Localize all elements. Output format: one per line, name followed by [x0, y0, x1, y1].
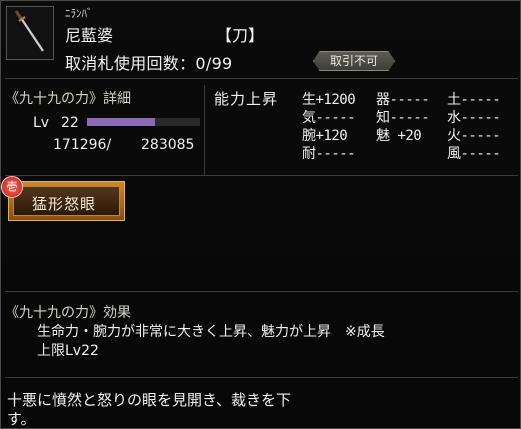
stat-item: 知-----	[376, 110, 430, 126]
divider	[5, 78, 518, 79]
skill-rank-badge: 壱	[1, 176, 23, 198]
divider	[5, 175, 518, 176]
effect-text: 生命力・腕力が非常に大きく上昇、魅力が上昇 ※成長	[37, 324, 385, 340]
ability-title: 能力上昇	[214, 90, 279, 108]
stat-item: 気-----	[302, 110, 356, 126]
stat-item: 水-----	[447, 110, 501, 126]
exp-max: 283085	[141, 137, 195, 153]
stat-item: 風-----	[447, 146, 501, 162]
item-ruby: ﾆﾗﾝﾊﾞ	[65, 7, 93, 20]
effect-text: 上限Lv22	[37, 343, 99, 359]
skill-button[interactable]: 猛形怒眼	[8, 181, 125, 221]
katana-icon	[14, 10, 44, 52]
stat-item: 魅 +20	[376, 128, 422, 144]
stat-item: 腕+120	[302, 128, 348, 144]
exp-current: 171296/	[53, 137, 112, 153]
item-thumbnail	[6, 6, 54, 60]
effect-title: 《九十九の力》効果	[5, 305, 131, 321]
stat-item: 生+1200	[302, 92, 356, 108]
untradable-badge: 取引不可	[313, 51, 395, 71]
item-kind: 【刀】	[216, 26, 265, 45]
exp-bar	[87, 118, 200, 126]
level-value: 22	[61, 115, 79, 131]
stat-item: 火-----	[447, 128, 501, 144]
cancel-tag-uses: 取消札使用回数：0/99	[65, 54, 233, 73]
skill-name: 猛形怒眼	[32, 195, 97, 213]
stat-item: 器-----	[376, 92, 430, 108]
item-detail-panel: ﾆﾗﾝﾊﾞ 尼藍婆 【刀】 取消札使用回数：0/99 取引不可 《九十九の力》詳…	[0, 0, 521, 429]
stat-item: 耐-----	[302, 146, 356, 162]
flavor-text: す。	[7, 410, 36, 428]
vertical-divider	[204, 85, 205, 175]
skill-button-inner: 猛形怒眼	[13, 186, 120, 216]
stat-item: 土-----	[447, 92, 501, 108]
level-label: Lv	[33, 115, 50, 131]
exp-bar-fill	[87, 118, 156, 126]
divider	[5, 377, 518, 378]
flavor-text: 十悪に憤然と怒りの眼を見開き、裁きを下	[7, 391, 291, 409]
item-name: 尼藍婆	[65, 26, 114, 45]
divider	[5, 291, 518, 292]
detail-title: 《九十九の力》詳細	[5, 91, 131, 107]
